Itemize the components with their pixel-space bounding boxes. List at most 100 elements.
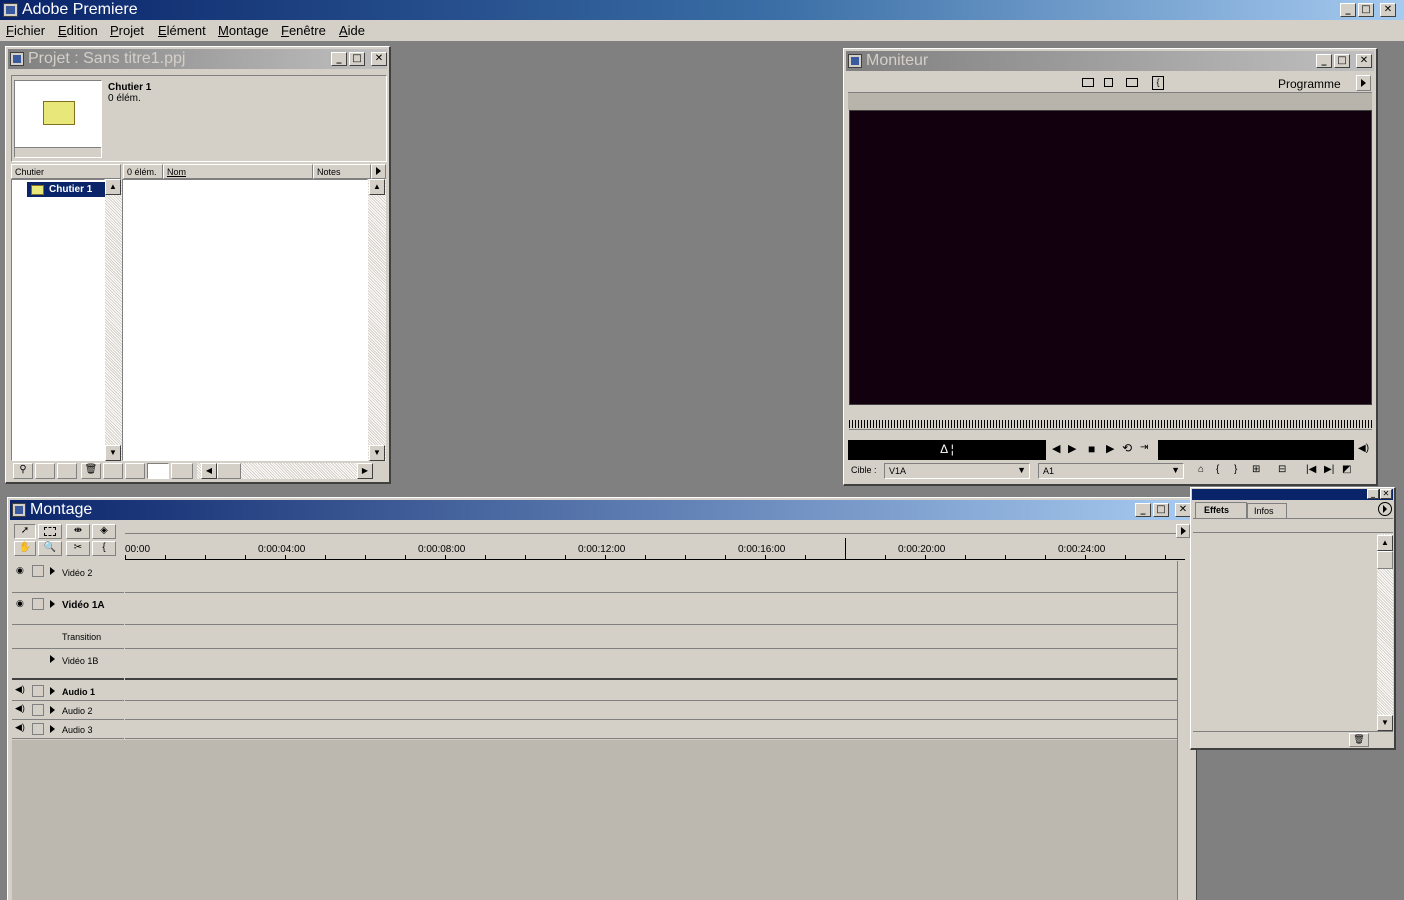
loop-icon[interactable]: ⟲ (1122, 441, 1132, 455)
track-header-transition[interactable]: Transition (12, 626, 124, 649)
project-menu-arrow-icon[interactable] (371, 164, 386, 179)
trim-view-icon[interactable] (1126, 78, 1138, 87)
bin-tree[interactable]: Chutier 1 (11, 179, 105, 461)
effects-close-button[interactable]: ✕ (1380, 489, 1392, 499)
tab-effects[interactable]: Effets (1195, 502, 1247, 518)
icon-view-icon[interactable] (147, 463, 169, 479)
timeline-menu-arrow-icon[interactable] (1176, 524, 1190, 538)
clip-list-scroll-down[interactable]: ▼ (369, 445, 385, 461)
toggle-bin-icon[interactable] (103, 463, 123, 479)
project-maximize-button[interactable]: □ (349, 52, 365, 66)
menu-fichier[interactable]: Fichier (6, 23, 45, 38)
bracket-icon[interactable]: { (1152, 76, 1164, 90)
menu-fenetre[interactable]: Fenêtre (281, 23, 326, 38)
speaker-icon[interactable]: ◀) (15, 684, 25, 695)
clip-list[interactable] (122, 179, 368, 461)
track-video2[interactable] (125, 561, 1177, 593)
monitor-menu-arrow-icon[interactable] (1356, 75, 1371, 91)
project-scroll-thumb[interactable] (217, 463, 241, 479)
clip-list-scrollbar[interactable] (368, 179, 386, 461)
play-in-out-icon[interactable]: ⇥ (1140, 442, 1148, 453)
expand-track-icon[interactable] (50, 706, 55, 714)
menu-projet[interactable]: Projet (110, 23, 144, 38)
close-button[interactable]: ✕ (1380, 3, 1396, 17)
timeline-close-button[interactable]: ✕ (1175, 503, 1191, 517)
eye-icon[interactable]: ◉ (16, 598, 24, 609)
zoom-tool-icon[interactable]: 🔍 (38, 541, 62, 556)
lock-checkbox[interactable] (32, 598, 44, 610)
monitor-close-button[interactable]: ✕ (1356, 54, 1372, 68)
project-minimize-button[interactable]: _ (331, 52, 347, 66)
effects-scroll-down[interactable]: ▼ (1377, 715, 1393, 731)
monitor-minimize-button[interactable]: _ (1316, 54, 1332, 68)
column-name[interactable]: Nom (163, 164, 313, 179)
eye-icon[interactable]: ◉ (16, 565, 24, 576)
target-audio-select[interactable]: A1 ▼ (1038, 463, 1184, 479)
expand-track-icon[interactable] (50, 687, 55, 695)
expand-track-icon[interactable] (50, 655, 55, 663)
bin-tree-scrollbar[interactable] (105, 179, 122, 461)
bin-tree-scroll-down[interactable]: ▼ (105, 445, 121, 461)
bin-tree-scroll-up[interactable]: ▲ (105, 179, 121, 195)
timeline-minimize-button[interactable]: _ (1135, 503, 1151, 517)
mark-in-icon[interactable]: ⌂ (1198, 464, 1204, 475)
track-audio1[interactable] (125, 683, 1177, 701)
step-back-icon[interactable]: ◀ (1052, 442, 1060, 455)
audio-speaker-icon[interactable]: ◀) (1358, 443, 1369, 454)
effects-scroll-thumb[interactable] (1377, 551, 1393, 569)
track-header-video2[interactable]: ◉ Vidéo 2 (12, 561, 124, 593)
track-audio2[interactable] (125, 702, 1177, 720)
time-ruler[interactable]: 00:00 0:00:04:00 0:00:08:00 0:00:12:00 0… (125, 538, 1185, 560)
razor-tool-icon[interactable]: ◈ (92, 524, 116, 539)
hand-tool-icon[interactable]: ✋ (14, 541, 36, 556)
work-area-bar[interactable] (125, 523, 1185, 534)
link-tool-icon[interactable]: ✂ (66, 541, 90, 556)
monitor-jog-bar[interactable] (849, 429, 1372, 437)
trash-icon[interactable]: 🗑 (81, 463, 101, 479)
timeline-maximize-button[interactable]: □ (1153, 503, 1169, 517)
track-header-video1b[interactable]: Vidéo 1B (12, 650, 124, 680)
speaker-icon[interactable]: ◀) (15, 703, 25, 714)
find-icon[interactable]: ⚲ (13, 463, 33, 479)
expand-track-icon[interactable] (50, 725, 55, 733)
single-view-icon[interactable] (1104, 78, 1113, 87)
previous-edit-icon[interactable]: |◀ (1306, 464, 1316, 475)
menu-element[interactable]: Elément (158, 23, 206, 38)
track-header-audio2[interactable]: ◀) Audio 2 (12, 702, 124, 720)
in-out-tool-icon[interactable]: { (92, 541, 116, 556)
monitor-time-ruler[interactable] (849, 420, 1372, 428)
minimize-button[interactable]: _ (1340, 3, 1356, 17)
out-point-icon[interactable]: } (1234, 464, 1237, 475)
column-bin[interactable]: Chutier (11, 164, 121, 179)
effects-menu-arrow-icon[interactable] (1378, 502, 1392, 516)
menu-edition[interactable]: Edition (58, 23, 98, 38)
lock-checkbox[interactable] (32, 704, 44, 716)
project-scroll-left[interactable]: ◀ (201, 463, 217, 479)
tab-infos[interactable]: Infos (1247, 503, 1287, 518)
ripple-edit-tool-icon[interactable]: ⇼ (66, 524, 90, 539)
expand-track-icon[interactable] (50, 600, 55, 608)
effects-list[interactable] (1193, 534, 1377, 730)
edit-line-marker[interactable] (845, 538, 846, 556)
target-video-select[interactable]: V1A ▼ (884, 463, 1030, 479)
menu-aide[interactable]: Aide (339, 23, 365, 38)
lock-checkbox[interactable] (32, 723, 44, 735)
trim-icon[interactable]: ◩ (1342, 464, 1351, 475)
column-count[interactable]: 0 élém. (123, 164, 163, 179)
extract-icon[interactable]: ⊟ (1278, 464, 1286, 475)
lift-icon[interactable]: ⊞ (1252, 464, 1260, 475)
in-point-icon[interactable]: { (1216, 464, 1219, 475)
lock-checkbox[interactable] (32, 685, 44, 697)
effects-minimize-button[interactable]: _ (1367, 489, 1379, 499)
track-header-audio1[interactable]: ◀) Audio 1 (12, 683, 124, 701)
track-audio3[interactable] (125, 721, 1177, 739)
track-video1b[interactable] (125, 650, 1177, 680)
project-close-button[interactable]: ✕ (371, 52, 387, 66)
lock-checkbox[interactable] (32, 565, 44, 577)
list-view-icon[interactable] (171, 463, 193, 479)
column-notes[interactable]: Notes (313, 164, 371, 179)
track-header-video1a[interactable]: ◉ Vidéo 1A (12, 594, 124, 625)
track-video1a[interactable] (125, 594, 1177, 625)
track-header-audio3[interactable]: ◀) Audio 3 (12, 721, 124, 739)
clip-list-scroll-up[interactable]: ▲ (369, 179, 385, 195)
